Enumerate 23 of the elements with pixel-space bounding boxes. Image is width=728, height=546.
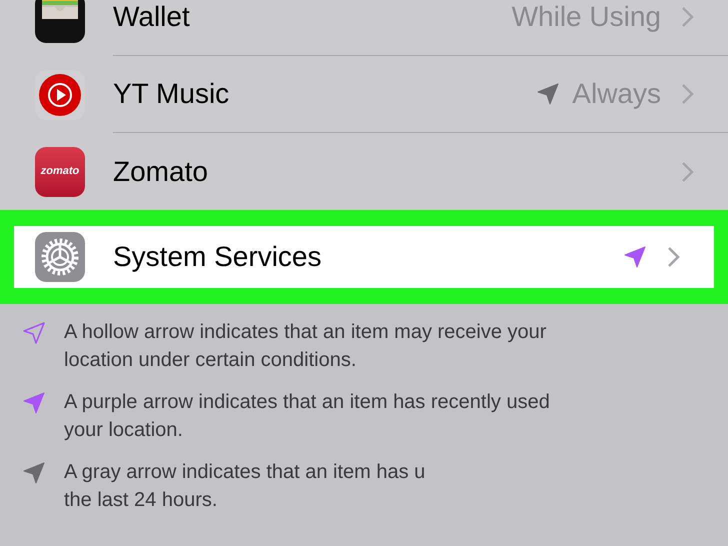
chevron-icon	[681, 83, 694, 105]
legend-text: your location.	[64, 418, 184, 443]
app-row[interactable]: YT Music Always	[0, 56, 728, 133]
chevron-icon	[667, 246, 680, 268]
app-name: System Services	[113, 240, 322, 274]
zomato-logo: zomato	[35, 146, 85, 196]
legend-text: A purple arrow indicates that an item has recently used	[64, 390, 550, 415]
wallet-icon	[35, 0, 85, 42]
app-row[interactable]: System Services	[14, 226, 714, 288]
permission-value: Always	[572, 77, 661, 111]
chevron-icon	[681, 160, 694, 182]
legend-text: location under certain conditions.	[64, 348, 358, 373]
app-row[interactable]: zomato Zomato	[0, 133, 728, 210]
legend-text: the last 24 hours.	[64, 488, 218, 513]
app-name: Zomato	[113, 154, 209, 188]
legend-text: A hollow arrow indicates that an item may receive your	[64, 320, 546, 345]
app-row[interactable]: Wallet While Using	[0, 0, 728, 56]
gear-icon	[35, 232, 85, 282]
chevron-icon	[681, 6, 694, 28]
legend-text: A gray arrow indicates that an item has u	[64, 460, 426, 485]
app-name: YT Music	[113, 77, 230, 111]
app-name: Wallet	[113, 0, 191, 34]
permission-value: While Using	[512, 0, 661, 34]
